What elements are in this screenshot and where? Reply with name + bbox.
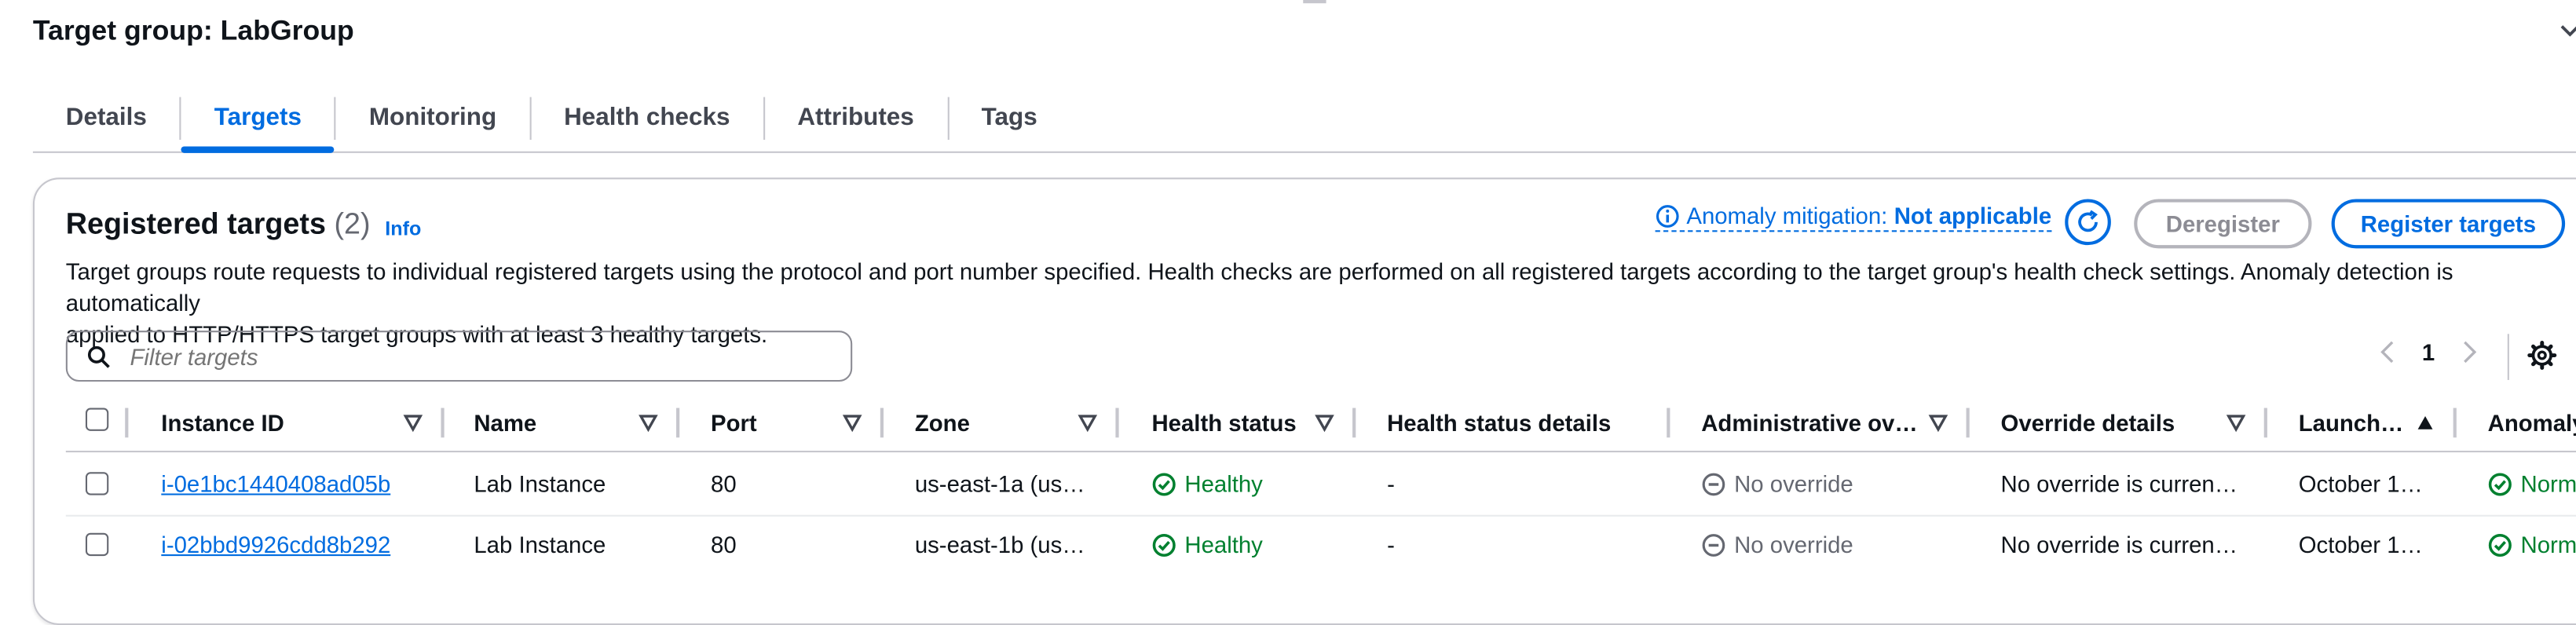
info-circle-icon (1656, 204, 1679, 227)
column-divider[interactable] (1115, 408, 1119, 438)
administrative-override: No override (1701, 515, 1853, 576)
anomaly-status: Normal (2488, 515, 2576, 576)
column-header-health-status-details: Health status details (1387, 409, 1612, 437)
filter-field[interactable] (65, 331, 853, 382)
tab-tags[interactable]: Tags (949, 87, 1070, 150)
row-checkbox[interactable] (85, 472, 109, 495)
check-circle-icon (2488, 473, 2512, 496)
top-divider-mark (1303, 0, 1326, 4)
column-header-zone[interactable]: Zone (915, 395, 970, 451)
sort-triangle-icon[interactable] (403, 413, 423, 433)
anomaly-value: Not applicable (1894, 202, 2052, 229)
target-count: (2) (334, 207, 371, 240)
override-label: No override (1734, 531, 1853, 558)
target-group-page: Target group: LabGroup Details Targets M… (0, 0, 2576, 625)
anomaly-label: Normal (2520, 531, 2576, 558)
description-line: Target groups route requests to individu… (65, 258, 2453, 316)
sort-triangle-icon[interactable] (1078, 413, 1098, 433)
tab-attributes[interactable]: Attributes (764, 87, 946, 150)
column-header-launch[interactable]: Launch… (2299, 395, 2404, 451)
zone: us-east-1b (us… (914, 531, 1085, 558)
column-divider[interactable] (1352, 408, 1356, 438)
sort-triangle-icon[interactable] (1928, 413, 1948, 433)
health-status: Healthy (1152, 454, 1263, 515)
health-status-label: Healthy (1184, 470, 1263, 497)
table-row[interactable]: i-02bbd9926cdd8b292 Lab Instance 80 us-e… (66, 515, 2576, 576)
chevron-right-icon[interactable] (2461, 341, 2478, 364)
column-divider[interactable] (2263, 408, 2267, 438)
column-header-administrative-override[interactable]: Administrative ov… (1701, 395, 1917, 451)
column-divider[interactable] (676, 408, 680, 438)
administrative-override: No override (1701, 454, 1853, 515)
sort-triangle-icon[interactable] (639, 413, 658, 433)
chevron-left-icon[interactable] (2379, 341, 2395, 364)
sort-triangle-icon[interactable] (1315, 413, 1334, 433)
page-number[interactable]: 1 (2422, 339, 2435, 366)
override-details: No override is curren… (2000, 470, 2238, 497)
panel-title: Registered targets (2) (66, 207, 371, 242)
tab-targets[interactable]: Targets (181, 87, 335, 153)
register-targets-button[interactable]: Register targets (2331, 199, 2566, 249)
instance-name: Lab Instance (474, 470, 606, 497)
column-divider[interactable] (2453, 408, 2457, 438)
anomaly-mitigation-link[interactable]: Anomaly mitigation: Not applicable (1655, 202, 2052, 232)
port: 80 (711, 470, 737, 497)
column-header-name[interactable]: Name (474, 395, 536, 451)
launch-time: October 1… (2298, 531, 2423, 558)
chevron-down-icon[interactable] (2560, 20, 2576, 39)
health-status: Healthy (1152, 515, 1263, 576)
tab-health-checks[interactable]: Health checks (531, 87, 763, 150)
column-header-instance-id[interactable]: Instance ID (161, 395, 284, 451)
minus-circle-icon (1702, 534, 1725, 557)
column-divider[interactable] (441, 408, 445, 438)
minus-circle-icon (1702, 473, 1725, 496)
column-header-anomaly[interactable]: Anomaly (2488, 395, 2576, 451)
instance-id-link[interactable]: i-0e1bc1440408ad05b (161, 470, 390, 497)
sort-triangle-icon[interactable] (842, 413, 862, 433)
override-label: No override (1734, 470, 1853, 497)
health-status-details: - (1387, 531, 1395, 558)
port: 80 (711, 531, 737, 558)
override-details: No override is curren… (2000, 531, 2238, 558)
check-circle-icon (1152, 533, 1176, 557)
health-status-details: - (1387, 470, 1395, 497)
tab-monitoring[interactable]: Monitoring (336, 87, 529, 150)
deregister-button[interactable]: Deregister (2134, 199, 2312, 249)
refresh-icon (2078, 210, 2098, 232)
column-header-override-details[interactable]: Override details (2001, 395, 2175, 451)
pagination: 1 (2379, 339, 2478, 366)
page-title: Target group: LabGroup (32, 14, 354, 46)
filter-input[interactable] (126, 341, 825, 371)
anomaly-label: Anomaly mitigation: (1686, 202, 1888, 229)
column-divider[interactable] (880, 408, 884, 438)
gear-icon[interactable] (2527, 341, 2557, 371)
zone: us-east-1a (us… (914, 470, 1085, 497)
instance-name: Lab Instance (474, 531, 606, 558)
check-circle-icon (1152, 473, 1176, 496)
column-divider (125, 408, 129, 438)
health-status-label: Healthy (1184, 531, 1263, 558)
refresh-button[interactable] (2065, 199, 2111, 246)
info-link[interactable]: Info (385, 217, 421, 240)
column-divider[interactable] (1966, 408, 1970, 438)
table-header: Instance ID Name Port Zone Health status… (65, 395, 2576, 453)
column-divider[interactable] (1667, 408, 1670, 438)
check-circle-icon (2488, 533, 2512, 557)
launch-time: October 1… (2298, 470, 2423, 497)
tab-details[interactable]: Details (33, 87, 180, 150)
select-all-checkbox[interactable] (85, 408, 109, 431)
column-header-health-status[interactable]: Health status (1152, 395, 1297, 451)
anomaly-label: Normal (2520, 470, 2576, 497)
anomaly-status: Normal (2488, 454, 2576, 515)
row-checkbox[interactable] (85, 532, 109, 557)
search-icon (87, 345, 110, 367)
sort-ascending-icon[interactable] (2415, 413, 2435, 433)
column-header-port[interactable]: Port (711, 395, 757, 451)
instance-id-link[interactable]: i-02bbd9926cdd8b292 (161, 532, 390, 558)
pagination-divider (2507, 334, 2509, 380)
sort-triangle-icon[interactable] (2226, 413, 2246, 433)
tab-bar: Details Targets Monitoring Health checks… (32, 86, 2576, 153)
panel-title-text: Registered targets (65, 207, 326, 240)
table-row[interactable]: i-0e1bc1440408ad05b Lab Instance 80 us-e… (65, 454, 2576, 517)
